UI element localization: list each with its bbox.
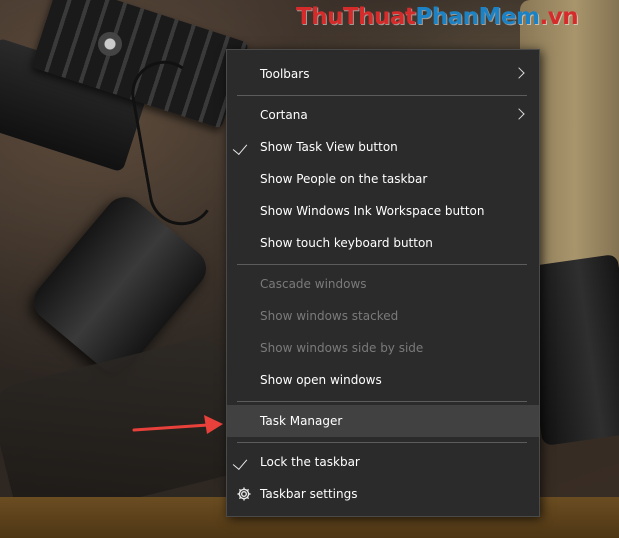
checkmark-icon [232,454,248,471]
menu-item-taskbar-settings[interactable]: Taskbar settings [227,478,539,510]
menu-item-show-windows-ink[interactable]: Show Windows Ink Workspace button [227,195,539,227]
menu-item-show-people[interactable]: Show People on the taskbar [227,163,539,195]
menu-item-show-open-windows[interactable]: Show open windows [227,364,539,396]
chevron-right-icon [513,108,525,120]
watermark-part-1: ThuThuat [296,4,416,30]
menu-item-toolbars[interactable]: Toolbars [227,58,539,90]
menu-separator [237,95,527,96]
menu-item-label: Cascade windows [260,277,367,291]
menu-item-label: Show windows side by side [260,341,424,355]
menu-item-show-task-view-button[interactable]: Show Task View button [227,131,539,163]
menu-item-task-manager[interactable]: Task Manager [227,405,539,437]
menu-item-windows-stacked: Show windows stacked [227,300,539,332]
menu-separator [237,401,527,402]
menu-item-label: Show Windows Ink Workspace button [260,204,485,218]
menu-separator [237,264,527,265]
menu-separator [237,442,527,443]
menu-item-label: Show open windows [260,373,382,387]
menu-item-windows-side-by-side: Show windows side by side [227,332,539,364]
taskbar-context-menu: Toolbars Cortana Show Task View button S… [226,49,540,517]
menu-item-label: Task Manager [260,414,343,428]
wallpaper-rifle-light [98,32,122,56]
watermark-logo: ThuThuatPhanMem.vn [296,4,579,30]
menu-item-label: Cortana [260,108,308,122]
chevron-right-icon [513,67,525,79]
menu-item-cascade-windows: Cascade windows [227,268,539,300]
checkmark-icon [232,139,248,156]
menu-item-label: Show People on the taskbar [260,172,428,186]
watermark-part-2: PhanMem [415,4,540,30]
gear-icon [237,487,251,501]
red-arrow-icon [132,415,223,434]
menu-item-show-touch-keyboard[interactable]: Show touch keyboard button [227,227,539,259]
menu-item-label: Show windows stacked [260,309,399,323]
menu-item-label: Taskbar settings [260,487,358,501]
menu-item-label: Lock the taskbar [260,455,360,469]
menu-item-label: Toolbars [260,67,310,81]
menu-item-lock-taskbar[interactable]: Lock the taskbar [227,446,539,478]
menu-item-label: Show touch keyboard button [260,236,433,250]
menu-item-label: Show Task View button [260,140,398,154]
watermark-part-3: .vn [539,4,579,30]
menu-item-cortana[interactable]: Cortana [227,99,539,131]
